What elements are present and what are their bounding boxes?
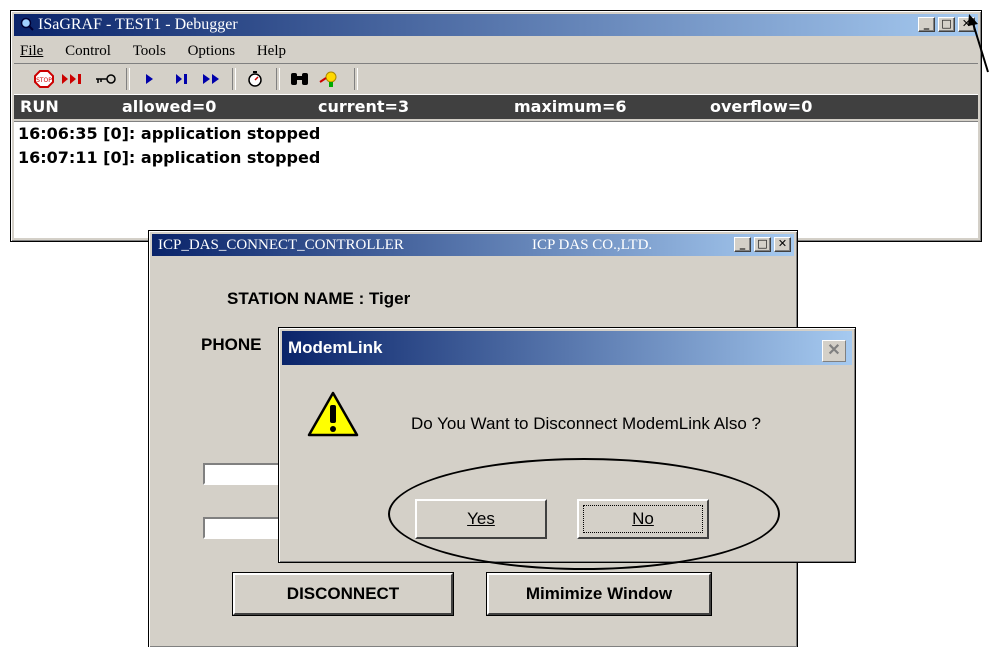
overflow-value: overflow=0 bbox=[710, 97, 813, 116]
maximize-button[interactable]: □ bbox=[938, 17, 955, 32]
maximum-value: maximum=6 bbox=[514, 97, 627, 116]
dialog-title: ModemLink bbox=[288, 338, 383, 357]
play-icon[interactable] bbox=[140, 70, 160, 88]
menu-tools[interactable]: Tools bbox=[133, 43, 166, 59]
debugger-title: ISaGRAF - TEST1 - Debugger bbox=[38, 16, 238, 33]
timer-icon[interactable] bbox=[244, 70, 266, 88]
icp-close-button[interactable]: ✕ bbox=[774, 237, 791, 252]
log-line: 16:06:35 [0]: application stopped bbox=[18, 124, 321, 143]
allowed-value: allowed=0 bbox=[122, 97, 217, 116]
menu-bar: File Control Tools Options Help bbox=[14, 39, 978, 63]
menu-control[interactable]: Control bbox=[65, 43, 111, 59]
step-cycle-icon[interactable] bbox=[60, 70, 86, 88]
no-button[interactable]: No bbox=[577, 499, 709, 539]
toolbar-separator bbox=[126, 68, 130, 90]
minimize-button[interactable]: _ bbox=[918, 17, 935, 32]
icp-maximize-button[interactable]: □ bbox=[754, 237, 771, 252]
icp-company: ICP DAS CO.,LTD. bbox=[532, 237, 653, 253]
status-bar: RUN allowed=0 current=3 maximum=6 overfl… bbox=[14, 95, 978, 119]
menu-help[interactable]: Help bbox=[257, 43, 286, 59]
icp-title: ICP_DAS_CONNECT_CONTROLLER bbox=[158, 237, 404, 253]
current-value: current=3 bbox=[318, 97, 410, 116]
fast-forward-icon[interactable] bbox=[200, 70, 224, 88]
binoculars-icon[interactable] bbox=[288, 70, 312, 88]
key-icon[interactable] bbox=[94, 70, 116, 88]
spy-lamp-icon[interactable] bbox=[318, 70, 342, 88]
message-log[interactable]: 16:06:35 [0]: application stopped 16:07:… bbox=[14, 121, 978, 238]
dialog-close-button[interactable]: ✕ bbox=[822, 340, 846, 362]
toolbar-separator bbox=[354, 68, 358, 90]
run-mode: RUN bbox=[20, 97, 59, 116]
debugger-titlebar[interactable]: ISaGRAF - TEST1 - Debugger _ □ ✕ bbox=[14, 14, 978, 36]
minimize-window-button[interactable]: Mimimize Window bbox=[487, 573, 711, 615]
toolbar: STOP bbox=[14, 63, 978, 95]
dialog-message: Do You Want to Disconnect ModemLink Also… bbox=[411, 414, 761, 433]
focus-rectangle bbox=[583, 505, 703, 533]
log-line: 16:07:11 [0]: application stopped bbox=[18, 148, 321, 167]
warning-icon bbox=[307, 391, 359, 437]
menu-options[interactable]: Options bbox=[188, 43, 236, 59]
toolbar-separator bbox=[276, 68, 280, 90]
pointer-arrow bbox=[968, 14, 989, 73]
toolbar-separator bbox=[232, 68, 236, 90]
dialog-titlebar[interactable]: ModemLink ✕ bbox=[282, 331, 852, 365]
stop-icon[interactable]: STOP bbox=[34, 70, 54, 88]
svg-text:STOP: STOP bbox=[36, 77, 52, 84]
icp-titlebar[interactable]: ICP_DAS_CONNECT_CONTROLLER ICP DAS CO.,L… bbox=[152, 234, 794, 256]
disconnect-button[interactable]: DISCONNECT bbox=[233, 573, 453, 615]
modemlink-dialog: ModemLink ✕ Do You Want to Disconnect Mo… bbox=[278, 327, 856, 563]
icp-minimize-button[interactable]: _ bbox=[734, 237, 751, 252]
phone-label: PHONE bbox=[201, 335, 262, 354]
station-name-label: STATION NAME : Tiger bbox=[227, 289, 411, 308]
yes-button[interactable]: Yes bbox=[415, 499, 547, 539]
step-icon[interactable] bbox=[172, 70, 192, 88]
isagraf-app-icon bbox=[20, 17, 34, 31]
menu-file[interactable]: File bbox=[20, 43, 43, 59]
debugger-window: ISaGRAF - TEST1 - Debugger _ □ ✕ File Co… bbox=[10, 10, 982, 242]
